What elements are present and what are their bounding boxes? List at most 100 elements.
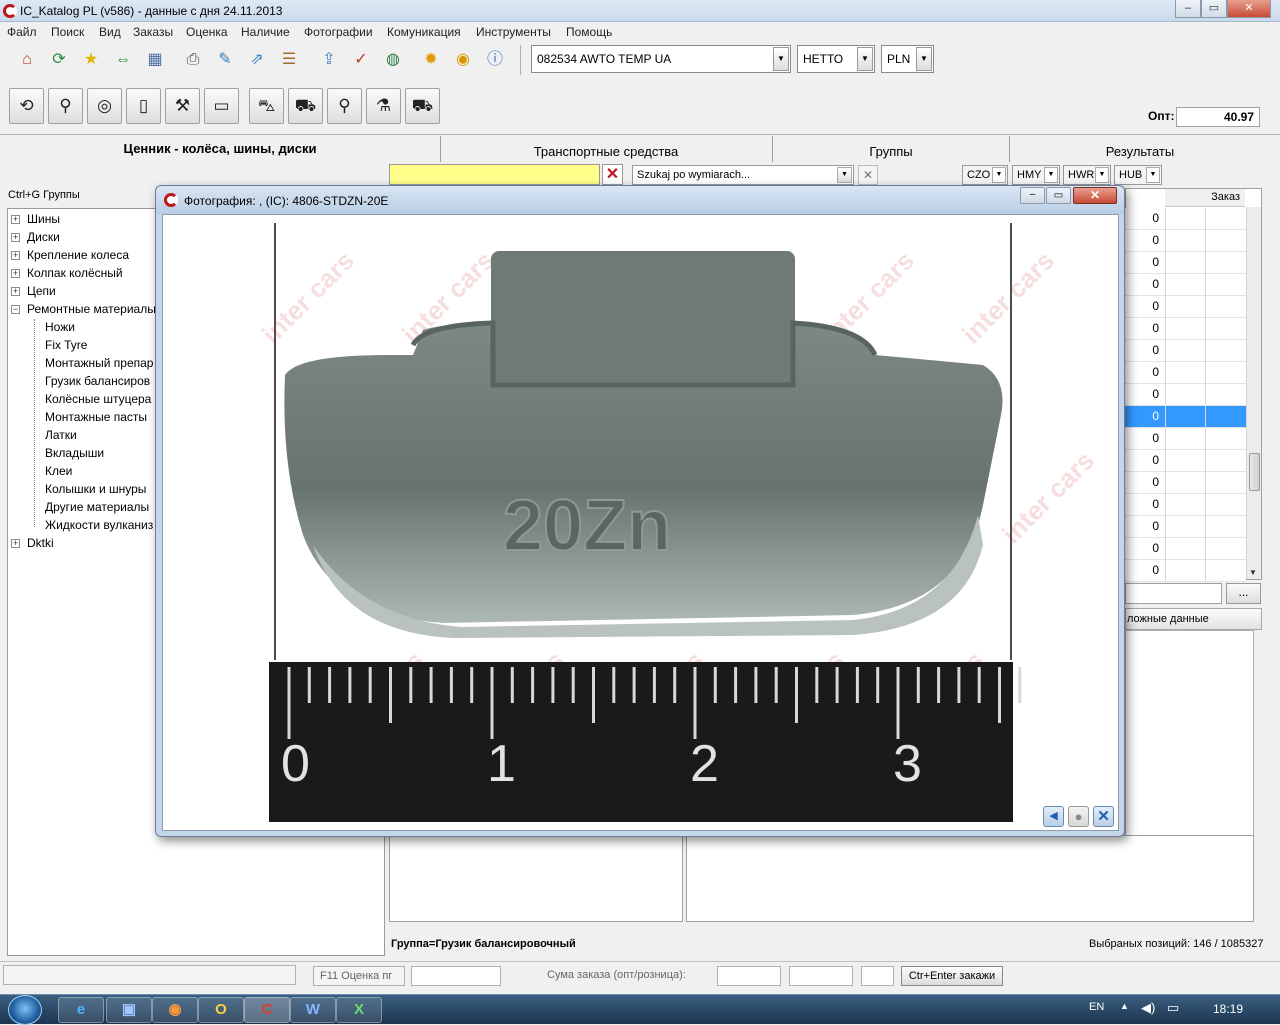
volume-icon[interactable]: ◀) <box>1141 1000 1155 1016</box>
result-cell[interactable] <box>1205 230 1246 252</box>
scroll-down-icon[interactable]: ▼ <box>1249 568 1257 577</box>
tree-item-child[interactable]: Монтажный препар <box>45 356 153 370</box>
tree-item-repair-materials[interactable]: Ремонтные материалы <box>27 302 156 316</box>
tree-item-child[interactable]: Грузик балансиров <box>45 374 150 388</box>
chevron-down-icon[interactable]: ▼ <box>857 47 873 71</box>
star-icon[interactable]: ★ <box>78 47 104 73</box>
gear-icon[interactable]: ✹ <box>418 47 444 73</box>
bike-button[interactable]: ⚲ <box>327 88 362 124</box>
taskbar-excel-icon[interactable]: X <box>336 997 382 1023</box>
tree-item-child[interactable]: Латки <box>45 428 77 442</box>
client-select[interactable]: 082534 AWTO TEMP UA ▼ <box>531 45 791 73</box>
result-cell[interactable] <box>1205 560 1246 582</box>
result-cell[interactable] <box>1205 406 1246 428</box>
price-type-select[interactable]: НЕТТО ▼ <box>797 45 875 73</box>
chevron-down-icon[interactable]: ▼ <box>773 47 789 71</box>
result-cell[interactable] <box>1205 428 1246 450</box>
chevron-down-icon[interactable]: ▼ <box>1095 167 1109 183</box>
chevron-down-icon[interactable]: ▼ <box>1044 167 1058 183</box>
result-cell[interactable] <box>1165 230 1205 252</box>
f11-rating-field[interactable]: F11 Оценка пг <box>313 966 405 986</box>
collapse-icon[interactable]: − <box>11 305 20 314</box>
van-button[interactable]: ⛟ <box>288 88 323 124</box>
result-cell[interactable] <box>1205 318 1246 340</box>
tree-item-child[interactable]: Колышки и шнуры <box>45 482 146 496</box>
result-quantity-cell[interactable]: 0 <box>1125 362 1165 384</box>
start-button[interactable] <box>8 995 42 1025</box>
pricelist-header[interactable]: Ценник - колёса, шины, диски <box>0 136 440 162</box>
result-cell[interactable] <box>1205 208 1246 230</box>
result-cell[interactable] <box>1165 384 1205 406</box>
taskbar-ie-icon[interactable]: e <box>58 997 104 1023</box>
result-cell[interactable] <box>1205 472 1246 494</box>
document-icon[interactable]: ✓ <box>348 47 374 73</box>
export-icon[interactable]: ⇗ <box>244 47 270 73</box>
result-quantity-cell[interactable]: 0 <box>1125 428 1165 450</box>
result-quantity-cell[interactable]: 0 <box>1125 472 1165 494</box>
home-icon[interactable]: ⌂ <box>14 47 40 73</box>
menu-help[interactable]: Помощь <box>566 25 612 39</box>
clear-search-icon[interactable]: ✕ <box>602 164 623 185</box>
tree-item-child[interactable]: Колёсные штуцера <box>45 392 151 406</box>
result-quantity-cell[interactable]: 0 <box>1125 208 1165 230</box>
chevron-down-icon[interactable]: ▼ <box>916 47 932 71</box>
result-quantity-cell[interactable]: 0 <box>1125 516 1165 538</box>
tree-item-child[interactable]: Вкладыши <box>45 446 104 460</box>
taskbar-katalog-icon[interactable]: C <box>244 997 290 1023</box>
chip-hwr[interactable]: HWR ▼ <box>1063 165 1111 185</box>
browse-button[interactable]: ... <box>1226 583 1261 604</box>
result-quantity-cell[interactable]: 0 <box>1125 494 1165 516</box>
result-quantity-cell[interactable]: 0 <box>1125 340 1165 362</box>
result-cell[interactable] <box>1165 340 1205 362</box>
menu-search[interactable]: Поиск <box>51 25 84 39</box>
coins-icon[interactable]: ◉ <box>450 47 476 73</box>
results-tab[interactable]: Результаты <box>1010 139 1270 165</box>
tree-item-child[interactable]: Жидкости вулканиз <box>45 518 153 532</box>
currency-select[interactable]: PLN ▼ <box>881 45 934 73</box>
menu-tools[interactable]: Инструменты <box>476 25 551 39</box>
language-indicator[interactable]: EN <box>1089 1001 1104 1013</box>
result-quantity-cell[interactable]: 0 <box>1125 230 1165 252</box>
tree-item-chains[interactable]: Цепи <box>27 284 56 298</box>
tools-button[interactable]: ⚒ <box>165 88 200 124</box>
result-quantity-cell[interactable]: 0 <box>1125 252 1165 274</box>
dimension-search-select[interactable]: Szukaj po wymiarach... ▼ <box>632 165 854 185</box>
groups-tab[interactable]: Группы <box>773 139 1009 165</box>
expand-icon[interactable]: + <box>11 287 20 296</box>
menu-rating[interactable]: Оценка <box>186 25 228 39</box>
result-cell[interactable] <box>1205 296 1246 318</box>
motorcycle-button[interactable]: ⚲ <box>48 88 83 124</box>
edit-icon[interactable]: ✎ <box>212 47 238 73</box>
refresh-icon[interactable]: ⟳ <box>46 47 72 73</box>
result-cell[interactable] <box>1165 274 1205 296</box>
tree-item-child[interactable]: Ножи <box>45 320 75 334</box>
previous-photo-icon[interactable]: ◀ <box>1043 806 1064 827</box>
taskbar-save-icon[interactable]: ▣ <box>106 997 152 1023</box>
tree-item-child[interactable]: Fix Tyre <box>45 338 87 352</box>
results-filter-input[interactable] <box>1125 583 1222 604</box>
tractor-button[interactable]: ⛟ <box>405 88 440 124</box>
rating-input[interactable] <box>411 966 501 986</box>
chevron-down-icon[interactable]: ▼ <box>1146 167 1160 183</box>
expand-icon[interactable]: + <box>11 251 20 260</box>
result-cell[interactable] <box>1165 494 1205 516</box>
result-cell[interactable] <box>1165 538 1205 560</box>
tree-item-child[interactable]: Другие материалы <box>45 500 149 514</box>
printer-icon[interactable]: ⎙ <box>180 47 206 73</box>
tree-item-child[interactable]: Клеи <box>45 464 72 478</box>
maximize-button[interactable]: ▭ <box>1201 0 1227 18</box>
result-quantity-cell[interactable]: 0 <box>1125 274 1165 296</box>
expand-icon[interactable]: + <box>11 539 20 548</box>
close-button[interactable]: ✕ <box>1227 0 1271 18</box>
list-icon[interactable]: ☰ <box>276 47 302 73</box>
calculator-icon[interactable]: ▦ <box>142 47 168 73</box>
dialog-maximize-icon[interactable]: ▭ <box>1046 187 1071 204</box>
close-photo-icon[interactable]: ✕ <box>1093 806 1114 827</box>
result-cell[interactable] <box>1165 208 1205 230</box>
menu-view[interactable]: Вид <box>99 25 121 39</box>
result-cell[interactable] <box>1205 516 1246 538</box>
chevron-down-icon[interactable]: ▼ <box>837 167 852 183</box>
taskbar-word-icon[interactable]: W <box>290 997 336 1023</box>
tab-extra-data[interactable]: ложные данные <box>1125 608 1262 630</box>
scroll-thumb[interactable] <box>1249 453 1260 491</box>
